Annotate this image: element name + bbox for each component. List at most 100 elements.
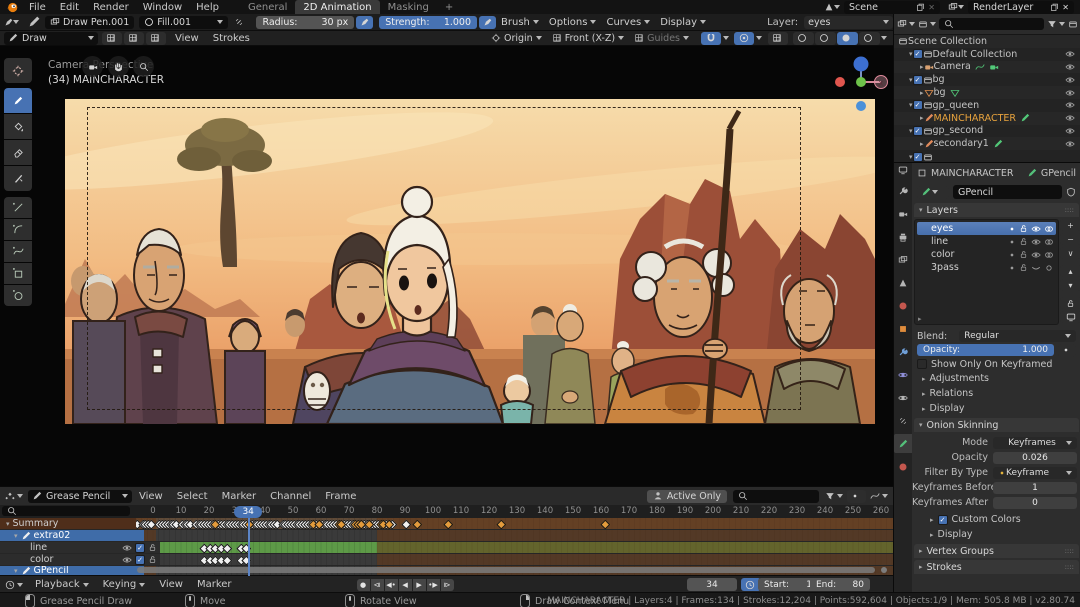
properties-editor-dropdown[interactable] [898, 165, 908, 175]
panel-adjustments[interactable]: ▸Adjustments [912, 371, 1080, 386]
proportional-icon[interactable] [734, 32, 754, 45]
end-frame-field[interactable]: End:80 [810, 578, 870, 591]
brush-name-field[interactable]: Draw Pen.001 [45, 16, 134, 29]
current-frame-pill[interactable]: 34 [234, 506, 262, 518]
proportional-edit-toggle[interactable] [847, 490, 866, 503]
blender-logo-icon[interactable] [6, 1, 18, 13]
toggle-guide-button[interactable] [124, 32, 144, 45]
unlink-scene-icon[interactable]: ✕ [928, 3, 935, 12]
proportional-dropdown[interactable] [734, 32, 762, 45]
layer-row-eyes[interactable]: eyes [917, 222, 1056, 235]
channel-row-extra02[interactable]: ▾extra02 [0, 530, 893, 541]
tool-box[interactable] [4, 263, 32, 284]
timeline-menu-keying[interactable]: Keying [96, 579, 153, 590]
play-button[interactable]: ▶ [413, 579, 426, 591]
overlays-toggle[interactable] [768, 32, 788, 45]
hide-eye-icon[interactable] [1065, 75, 1075, 85]
eye-closed-icon[interactable] [1031, 263, 1041, 273]
popover-options[interactable]: Options [549, 17, 597, 28]
channel-search-field[interactable] [2, 506, 130, 516]
viewport-menu-strokes[interactable]: Strokes [206, 33, 257, 44]
strength-slider[interactable]: Strength:1.000 [379, 16, 477, 29]
onion-off-icon[interactable] [1044, 263, 1054, 273]
checkbox-icon[interactable]: ✓ [913, 75, 923, 85]
show-only-keyframed-row[interactable]: Show Only On Keyframed [912, 357, 1080, 371]
viewport-3d[interactable]: Camera Perspective (34) MAINCHARACTER x [0, 46, 893, 486]
channel-track[interactable] [130, 518, 893, 529]
start-frame-field[interactable]: Start:1 [758, 578, 818, 591]
properties-tab-material[interactable] [894, 457, 912, 476]
scene-name-field[interactable]: Scene✕ [844, 1, 940, 14]
dopesheet-mode-dropdown[interactable]: Grease Pencil [28, 490, 132, 503]
eye-icon[interactable] [122, 555, 132, 565]
app-menu-render[interactable]: Render [86, 2, 136, 13]
lock-layers-button[interactable] [1060, 297, 1080, 309]
display-mode-dropdown[interactable] [918, 19, 936, 29]
material-field[interactable]: Fill.001 [139, 16, 228, 29]
scene-icon-dropdown[interactable] [824, 2, 840, 12]
channel-row-summary[interactable]: ▾Summary [0, 518, 893, 529]
properties-tab-object[interactable] [894, 319, 912, 338]
panel-relations[interactable]: ▸Relations [912, 386, 1080, 401]
keyframe-diamond[interactable] [222, 555, 231, 564]
timeline-menu-playback[interactable]: Playback [28, 579, 96, 590]
properties-tab-data[interactable] [894, 434, 912, 453]
channel-row-color[interactable]: color✓ [0, 554, 893, 565]
navigation-gizmo[interactable]: x [832, 54, 890, 134]
outliner-row-camera[interactable]: ▸Camera [894, 61, 1080, 74]
shading-solid-button[interactable] [815, 32, 836, 45]
active-only-toggle[interactable]: Active Only [647, 490, 727, 503]
layer-row-line[interactable]: line [917, 235, 1056, 248]
tool-circle[interactable] [4, 285, 32, 306]
guides-dropdown[interactable]: Guides [634, 33, 689, 44]
field-dropdown[interactable]: Keyframe [993, 467, 1077, 479]
dope-menu-frame[interactable]: Frame [318, 491, 363, 502]
fake-user-shield-icon[interactable] [1066, 187, 1076, 197]
checkbox-icon[interactable]: ✓ [938, 515, 948, 525]
toggle-multiframe-button[interactable] [102, 32, 122, 45]
tool-fill[interactable] [4, 114, 32, 139]
checkbox-icon[interactable]: ✓ [135, 543, 145, 553]
dope-menu-view[interactable]: View [132, 491, 170, 502]
mask-dot-icon[interactable] [1008, 251, 1016, 259]
channel-track[interactable] [130, 542, 893, 553]
workspace-tab-2d-animation[interactable]: 2D Animation [295, 0, 379, 14]
transform-pivot-dropdown[interactable]: Origin [491, 33, 542, 44]
dope-menu-marker[interactable]: Marker [215, 491, 264, 502]
field-value[interactable]: 0.026 [993, 452, 1077, 464]
eye-icon[interactable] [1031, 224, 1041, 234]
hide-eye-icon[interactable] [1065, 139, 1075, 149]
onion-skinning-panel-header[interactable]: ▾Onion Skinning [914, 418, 1079, 432]
lock-icon[interactable] [1019, 263, 1028, 272]
layer-row-3pass[interactable]: 3pass [917, 261, 1056, 274]
popover-curves[interactable]: Curves [606, 17, 650, 28]
app-menu-window[interactable]: Window [136, 2, 189, 13]
tool-line[interactable] [4, 197, 32, 218]
outliner-row-gp_queen[interactable]: ▾✓gp_queen [894, 99, 1080, 112]
current-frame-field[interactable]: 34 [687, 578, 737, 591]
gpencil-datablock-dropdown[interactable] [917, 186, 949, 199]
lock-icon[interactable] [1019, 224, 1028, 233]
app-menu-edit[interactable]: Edit [53, 2, 86, 13]
properties-tab-output[interactable] [894, 227, 912, 246]
timeline-editor-dropdown[interactable] [5, 580, 23, 590]
unlink-icon[interactable] [234, 17, 244, 27]
shading-rendered-button[interactable] [859, 32, 880, 45]
checkbox-icon[interactable] [917, 359, 927, 369]
lock-icon[interactable] [148, 555, 157, 564]
blend-dropdown[interactable]: Regular [959, 330, 1076, 342]
radius-slider[interactable]: Radius:30 px [256, 16, 354, 29]
layers-panel-header[interactable]: ▾Layers:::: [914, 203, 1079, 217]
app-menu-file[interactable]: File [22, 2, 53, 13]
properties-tab-world[interactable] [894, 296, 912, 315]
add-workspace-button[interactable]: + [437, 0, 461, 14]
checkbox-icon[interactable]: ✓ [913, 49, 923, 59]
properties-tab-tool[interactable] [894, 181, 912, 200]
outliner-row-maincharacter[interactable]: ▸MAINCHARACTER [894, 112, 1080, 125]
isolate-layer-button[interactable] [1060, 311, 1080, 323]
channel-name-cell[interactable]: line✓ [0, 542, 160, 553]
outliner-row-default-collection[interactable]: ▾✓Default Collection [894, 48, 1080, 61]
popover-brush[interactable]: Brush [501, 17, 539, 28]
remove-layer-button[interactable]: − [1060, 233, 1080, 245]
layer-specials-button[interactable]: ∨ [1060, 247, 1080, 259]
